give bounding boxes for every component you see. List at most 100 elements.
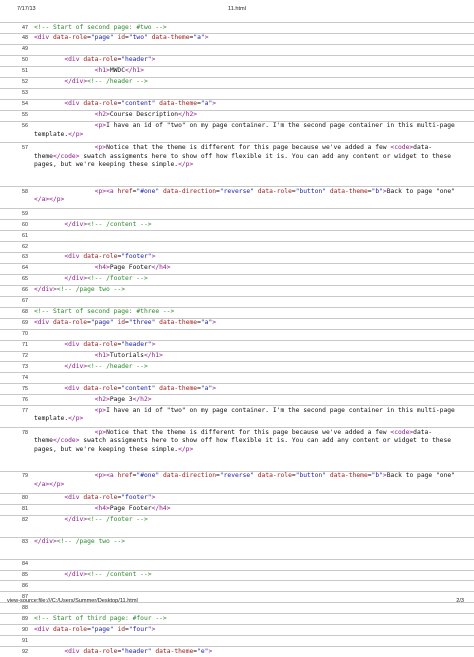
line-code: </div><!-- /footer --> — [64, 516, 148, 524]
line-number: 90 — [22, 626, 28, 633]
line-number: 83 — [22, 539, 28, 546]
line-number: 63 — [22, 254, 28, 261]
line-code: <div data-role="header"> — [64, 341, 156, 349]
code-line: 49 — [0, 43, 474, 55]
line-code: <p><a href="#one" data-direction="revers… — [34, 187, 455, 204]
code-line: 67 — [0, 295, 474, 307]
code-line: 76 <h2>Page 3</h2> — [0, 394, 474, 405]
code-line: 90 <div data-role="page" id="four"> — [0, 624, 474, 635]
line-code: </div><!-- /content --> — [64, 220, 152, 228]
line-number: 65 — [22, 276, 28, 283]
code-line: 55 <h2>Course Description</h2> — [0, 109, 474, 121]
line-number: 52 — [22, 79, 28, 86]
print-header: 7/17/13 11.html — [0, 6, 474, 14]
code-line: 77 <p>I have an id of "two" on my page c… — [0, 405, 474, 427]
code-line: 91 — [0, 635, 474, 646]
line-number: 84 — [22, 561, 28, 568]
code-line: 50 <div data-role="header"> — [0, 54, 474, 66]
line-number: 70 — [22, 331, 28, 338]
line-number: 66 — [22, 287, 28, 294]
line-number: 85 — [22, 572, 28, 578]
code-line: 69 <div data-role="page" id="three" data-… — [0, 317, 474, 329]
line-code: </div><!-- /page two --> — [34, 286, 126, 294]
code-line: 72 <h1>Tutorials</h1> — [0, 350, 474, 362]
line-code: <!-- Start of second page: #three --> — [34, 308, 175, 316]
line-code: </div><!-- /header --> — [64, 362, 148, 370]
line-number: 82 — [22, 517, 28, 524]
code-line: 53 — [0, 87, 474, 99]
line-code: <h1>Tutorials</h1> — [94, 352, 163, 359]
line-code: </div><!-- /page two --> — [34, 538, 126, 546]
line-number: 55 — [22, 112, 28, 119]
page-number: 2/3 — [456, 598, 464, 604]
code-line: 63 <div data-role="footer"> — [0, 251, 474, 263]
line-number: 68 — [22, 309, 28, 316]
line-code: <p>I have an id of "two" on my page cont… — [34, 122, 459, 138]
line-code: <div data-role="page" id="two" data-them… — [34, 34, 209, 42]
line-number: 48 — [22, 35, 28, 42]
line-code: <div data-role="content" data-theme="a"> — [64, 384, 217, 392]
code-line: 68 <!-- Start of second page: #three --> — [0, 306, 474, 318]
line-number: 69 — [22, 320, 28, 327]
line-number: 60 — [22, 221, 28, 228]
line-code: <p><a href="#one" data-direction="revers… — [34, 472, 455, 489]
line-code: <h4>Page Footer</h4> — [94, 505, 171, 513]
code-line: 59 — [0, 208, 474, 219]
line-number: 59 — [22, 210, 28, 217]
line-code: <div data-role="footer"> — [64, 253, 156, 261]
code-line: 52 </div><!-- /header --> — [0, 76, 474, 88]
line-code: <div data-role="header" data-theme="e"> — [64, 647, 213, 655]
code-line: 73 </div><!-- /header --> — [0, 361, 474, 372]
code-line: 62 — [0, 241, 474, 252]
line-code: <!-- Start of third page: #four --> — [34, 614, 167, 622]
code-line: 60 </div><!-- /content --> — [0, 219, 474, 230]
code-line: 58 <p><a href="#one" data-direction="rev… — [0, 186, 474, 208]
code-line: 84 — [0, 558, 474, 570]
line-number: 78 — [22, 429, 28, 436]
line-code: <p>Notice that the theme is different fo… — [34, 143, 455, 169]
code-line: 75 <div data-role="content" data-theme="… — [0, 383, 474, 394]
line-number: 91 — [22, 637, 28, 644]
code-line: 56 <p>I have an id of "two" on my page c… — [0, 120, 474, 143]
line-number: 67 — [22, 298, 28, 305]
line-code: </div><!-- /content --> — [64, 571, 152, 578]
code-line: 85 </div><!-- /content --> — [0, 569, 474, 581]
line-code: </div><!-- /header --> — [64, 78, 148, 86]
code-line: 74 — [0, 372, 474, 383]
print-footer: view-source:file:///C:/Users/Summer/Desk… — [0, 598, 474, 606]
line-number: 61 — [22, 232, 28, 239]
line-number: 81 — [22, 506, 28, 513]
line-number: 77 — [22, 407, 28, 414]
code-line: 70 — [0, 328, 474, 340]
line-code: <div data-role="header"> — [64, 56, 156, 64]
line-code: <div data-role="content" data-theme="a"> — [64, 100, 217, 108]
code-line: 64 <h4>Page Footer</h4> — [0, 262, 474, 274]
print-title: 11.html — [228, 6, 246, 12]
code-line: 54 <div data-role="content" data-theme="… — [0, 98, 474, 110]
line-code: <h4>Page Footer</h4> — [94, 264, 171, 272]
code-line: 66 </div><!-- /page two --> — [0, 284, 474, 296]
line-number: 80 — [22, 495, 28, 502]
code-line: 86 — [0, 580, 474, 591]
code-line: 48 <div data-role="page" id="two" data-th… — [0, 32, 474, 44]
code-line: 92 <div data-role="header" data-theme="e… — [0, 646, 474, 657]
code-line: 80 <div data-role="footer"> — [0, 492, 474, 504]
line-code: <h1>MWDC</h1> — [94, 67, 144, 75]
code-line: 79 <p><a href="#one" data-direction="rev… — [0, 470, 474, 493]
line-number: 71 — [22, 342, 28, 349]
line-code: <p>Notice that the theme is different fo… — [34, 428, 455, 453]
line-code: <h2>Course Description</h2> — [94, 111, 198, 119]
code-line: 47 <!-- Start of second page: #two --> — [0, 22, 474, 33]
line-code: <div data-role="page" id="three" data-th… — [34, 319, 217, 327]
code-line: 81 <h4>Page Footer</h4> — [0, 503, 474, 515]
line-number: 62 — [22, 243, 28, 250]
line-number: 76 — [22, 396, 28, 403]
code-line: 83 </div><!-- /page two --> — [0, 536, 474, 559]
line-number: 51 — [22, 68, 28, 75]
code-line: 65 </div><!-- /footer --> — [0, 273, 474, 285]
line-number: 54 — [22, 101, 28, 108]
line-code: </div><!-- /footer --> — [64, 275, 148, 283]
code-line: 82 </div><!-- /footer --> — [0, 514, 474, 537]
line-number: 74 — [22, 374, 28, 381]
line-number: 86 — [22, 582, 28, 589]
